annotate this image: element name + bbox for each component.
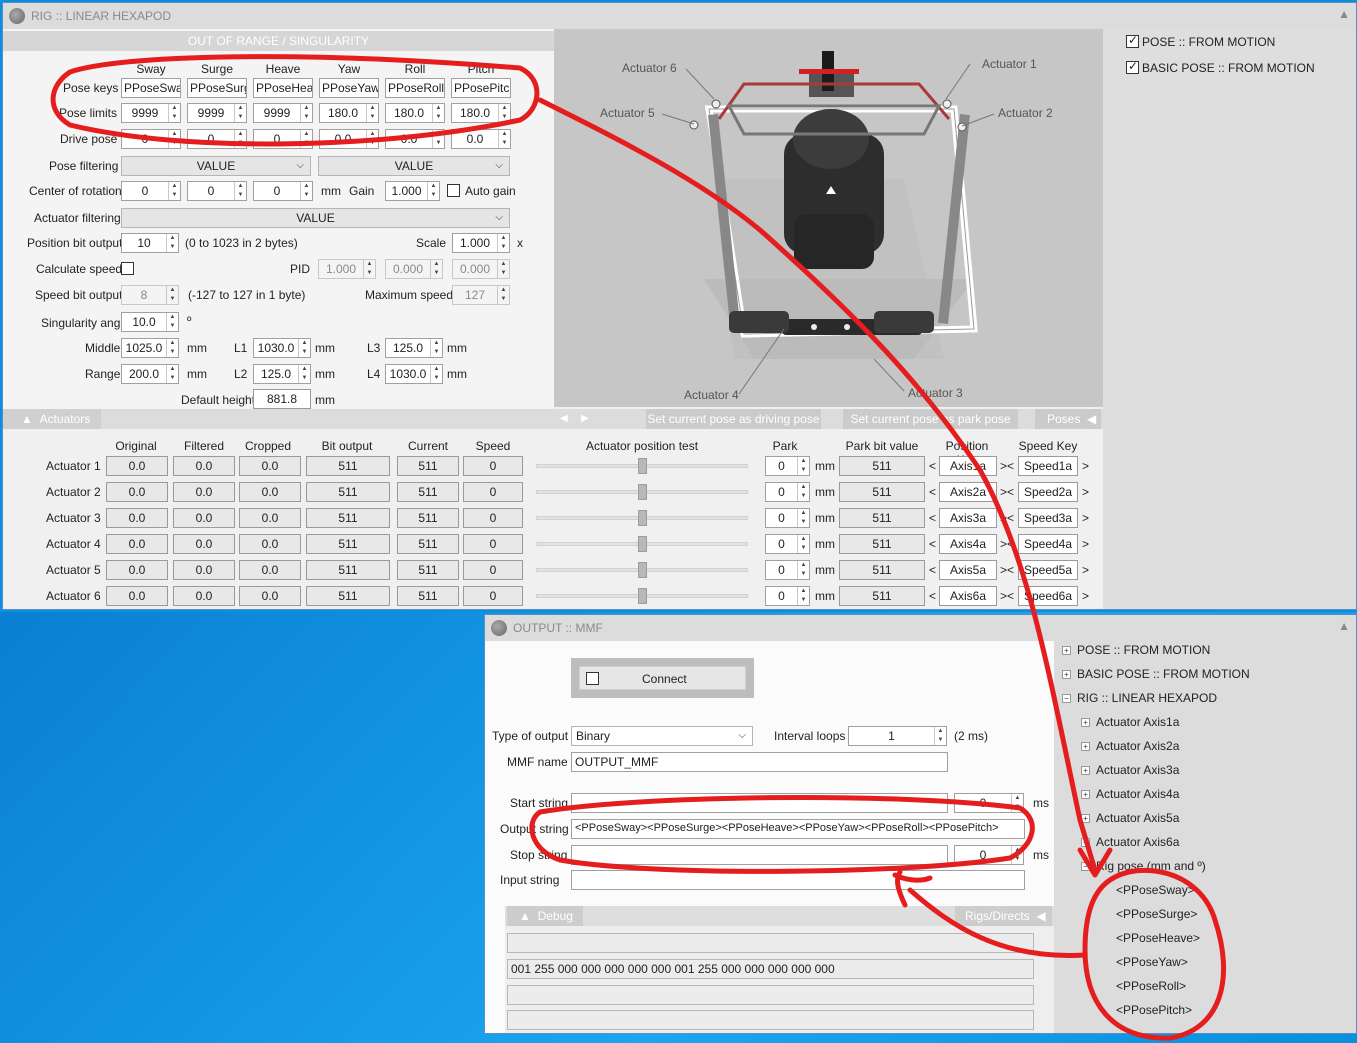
annotation-ellipse-pose-keys — [50, 54, 540, 147]
annotation-ellipse-pose-list — [1082, 867, 1227, 1041]
annotation-arrow-to-tree — [537, 97, 1098, 873]
annotation-arrow-back — [907, 887, 1088, 958]
annotation-ellipse-output-string — [529, 794, 1035, 874]
annotation-overlay — [50, 54, 1227, 1041]
